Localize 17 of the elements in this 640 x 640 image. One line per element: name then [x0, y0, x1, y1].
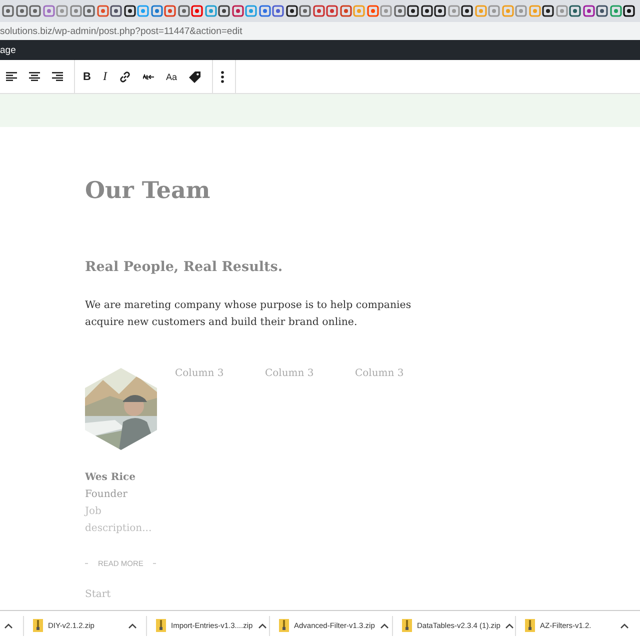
column-label: Column 3: [265, 368, 315, 379]
subheading: Real People, Real Results.: [85, 259, 284, 275]
text-style-button[interactable]: Aa: [164, 72, 179, 82]
column-label: Column 3: [355, 368, 405, 379]
member-name: Wes Rice: [85, 471, 136, 485]
job-description: description...: [85, 522, 153, 536]
address-bar[interactable]: solutions.biz/wp-admin/post.php?post=11447&action=edit: [0, 22, 640, 40]
bold-button[interactable]: B: [81, 70, 93, 82]
member-role: Founder: [85, 488, 128, 502]
job-description: Job: [85, 505, 102, 519]
url-text: solutions.biz/wp-admin/post.php?post=11447&action=edit: [0, 26, 242, 36]
page-heading: Our Team: [85, 176, 212, 206]
italic-button[interactable]: I: [100, 69, 109, 84]
writing-prompt: Start: [85, 588, 112, 602]
paragraph: We are mareting company whose purpose is to help companies acquire new customers and build their brand online.: [85, 299, 412, 330]
page-title: age: [0, 44, 16, 56]
column-label: Column 3: [175, 368, 225, 379]
